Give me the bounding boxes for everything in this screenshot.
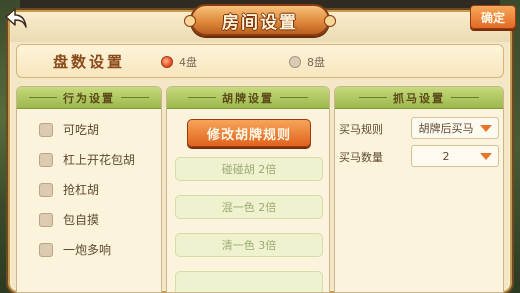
option-label: 杠上开花包胡 [63, 153, 136, 167]
hu-settings-panel: 胡牌设置 修改胡牌规则 碰碰胡 2倍 混一色 2倍 清一色 3倍 [166, 86, 330, 293]
option-label: 包自摸 [63, 213, 100, 227]
hu-rule-item-partial [175, 271, 323, 292]
select-value: 胡牌后买马 [418, 122, 474, 135]
horse-settings-panel: 抓马设置 买马规则 胡牌后买马 买马数量 2 [334, 86, 504, 293]
radio-selected-icon[interactable] [161, 56, 173, 68]
title-ornament-left [184, 15, 196, 27]
option-label: 一炮多响 [63, 243, 112, 257]
checkbox[interactable] [39, 182, 53, 197]
panel-header: 行为设置 [17, 87, 161, 109]
checkbox[interactable] [39, 212, 53, 227]
confirm-button[interactable]: 确定 [470, 5, 516, 29]
hu-rule-item: 混一色 2倍 [175, 195, 323, 219]
rounds-option-label: 8盘 [307, 56, 325, 69]
title-ornament-right [324, 15, 336, 27]
hu-rule-item: 清一色 3倍 [175, 233, 323, 257]
option-label: 可吃胡 [63, 123, 100, 137]
rounds-setting-bar: 盘数设置 4盘 8盘 [16, 44, 504, 78]
page-title: 房间设置 [222, 12, 298, 33]
header-divider [451, 97, 479, 98]
horse-count-label: 买马数量 [339, 151, 383, 164]
option-row[interactable]: 一炮多响 [39, 241, 111, 258]
back-button[interactable] [2, 4, 30, 32]
rounds-label: 盘数设置 [53, 53, 126, 71]
header-divider [280, 97, 308, 98]
panel-title: 行为设置 [63, 91, 115, 105]
panel-title: 胡牌设置 [222, 91, 274, 105]
option-label: 抢杠胡 [63, 183, 100, 197]
header-divider [359, 97, 387, 98]
checkbox[interactable] [39, 122, 53, 137]
option-row[interactable]: 可吃胡 [39, 121, 99, 138]
hu-rule-item: 碰碰胡 2倍 [175, 157, 323, 181]
behavior-settings-panel: 行为设置 可吃胡 杠上开花包胡 抢杠胡 包自摸 一炮多响 [16, 86, 162, 293]
option-row[interactable]: 抢杠胡 [39, 181, 99, 198]
option-row[interactable]: 杠上开花包胡 [39, 151, 135, 168]
rounds-option-label: 4盘 [179, 56, 197, 69]
header-divider [121, 97, 149, 98]
panel-header: 胡牌设置 [167, 87, 329, 109]
header-divider [29, 97, 57, 98]
horse-rule-label: 买马规则 [339, 123, 383, 136]
horse-rule-select[interactable]: 胡牌后买马 [411, 117, 499, 139]
checkbox[interactable] [39, 152, 53, 167]
panel-header: 抓马设置 [335, 87, 503, 109]
rounds-option-8[interactable]: 8盘 [289, 54, 325, 70]
panel-title: 抓马设置 [393, 91, 445, 105]
checkbox[interactable] [39, 242, 53, 257]
rounds-option-4[interactable]: 4盘 [161, 54, 197, 70]
dropdown-triangle-icon[interactable] [480, 124, 492, 132]
horse-count-select[interactable]: 2 [411, 145, 499, 167]
header-divider [188, 97, 216, 98]
page-title-plate: 房间设置 [184, 4, 336, 36]
modify-hu-rules-button[interactable]: 修改胡牌规则 [187, 119, 311, 147]
back-arrow-icon [5, 8, 27, 28]
select-value: 2 [442, 149, 450, 163]
dropdown-triangle-icon[interactable] [480, 152, 492, 160]
radio-unselected-icon[interactable] [289, 56, 301, 68]
option-row[interactable]: 包自摸 [39, 211, 99, 228]
